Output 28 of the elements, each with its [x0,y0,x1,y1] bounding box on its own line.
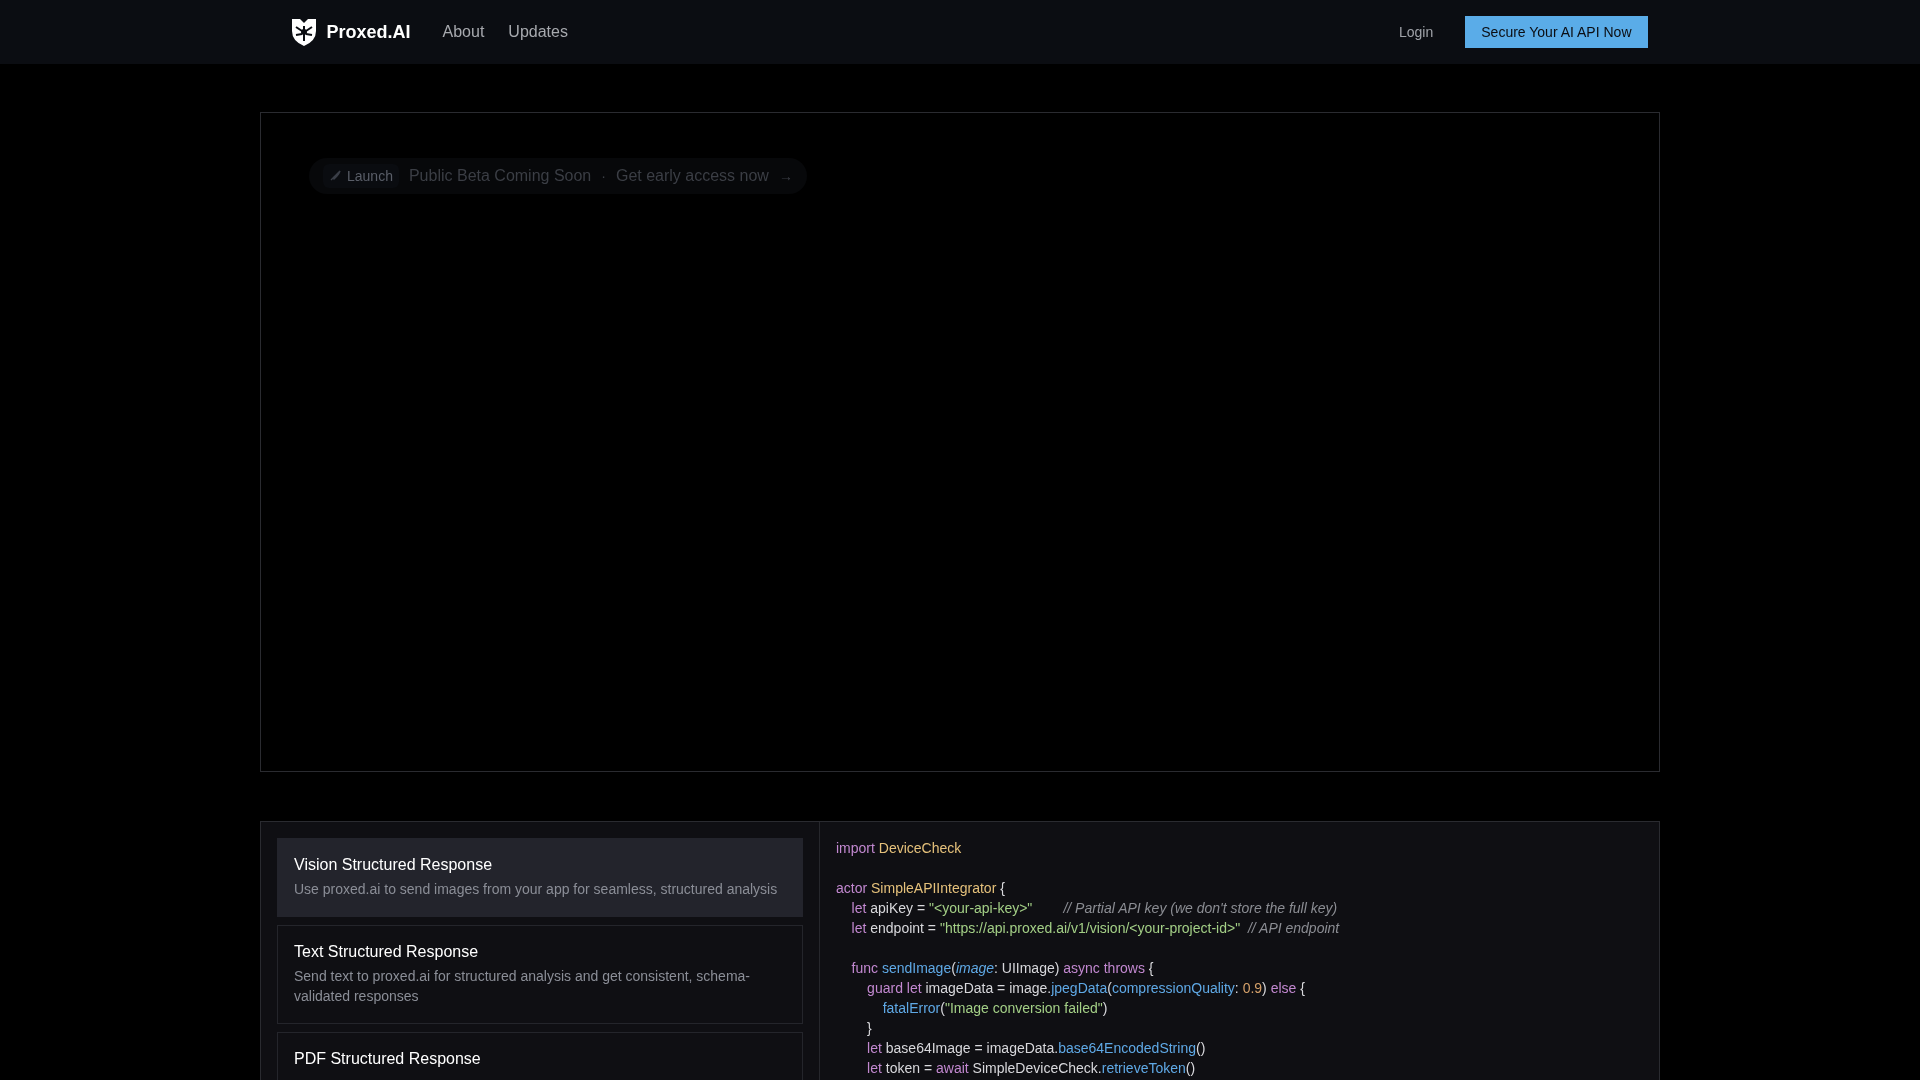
cta-button[interactable]: Secure Your AI API Now [1465,16,1648,48]
separator-dot: · [601,168,606,184]
feature-title: Vision Structured Response [294,856,494,874]
login-link[interactable]: Login [1399,24,1434,40]
code-line: } [866,1019,873,1038]
brand-name[interactable]: Proxed.AI [326,21,411,43]
launch-label: Launch [347,168,393,184]
nav-link[interactable]: Updates [508,23,568,41]
code-line: func sendImage(image: UIImage) async throws { [850,959,1155,978]
code-line: let token = await SimpleDeviceCheck.retrieveToken() [866,1059,1197,1078]
feature-title: Text Structured Response [294,943,480,961]
announcement-text: Public Beta Coming Soon [408,167,592,185]
code-line: guard let imageData = image.jpegData(compressionQuality: 0.9) else { [866,979,1306,998]
code-line: fatalError("Image conversion failed") [881,999,1109,1018]
feature-title: PDF Structured Response [294,1050,482,1068]
code-line: let endpoint = "https://api.proxed.ai/v1/vision/<your-project-id>" // API endpoint [850,919,1341,938]
code-line: import DeviceCheck [836,839,963,858]
code-line: actor SimpleAPIIntegrator { [836,879,1006,898]
feature-description: Send text to proxed.ai for structured analysis and get consistent, schema-validated responses [294,967,752,1006]
arrow-icon: → [778,168,793,184]
feature-card[interactable]: Text Structured Response Send text to proxed.ai for structured analysis and get consistent, schema-validated responses [277,925,803,1024]
feature-description: Use proxed.ai to send images from your app for seamless, structured analysis [294,880,779,899]
code-line: let apiKey = "<your-api-key>" // Partial API key (we don't store the full key) [850,899,1339,918]
nav-link[interactable]: About [442,23,485,41]
code-line: let base64Image = imageData.base64EncodedString() [866,1039,1207,1058]
feature-card[interactable]: Vision Structured Response Use proxed.ai to send images from your app for seamless, structured analysis [277,838,803,917]
feature-card[interactable]: PDF Structured Response [277,1032,803,1080]
shield-logo-icon[interactable] [289,17,318,47]
